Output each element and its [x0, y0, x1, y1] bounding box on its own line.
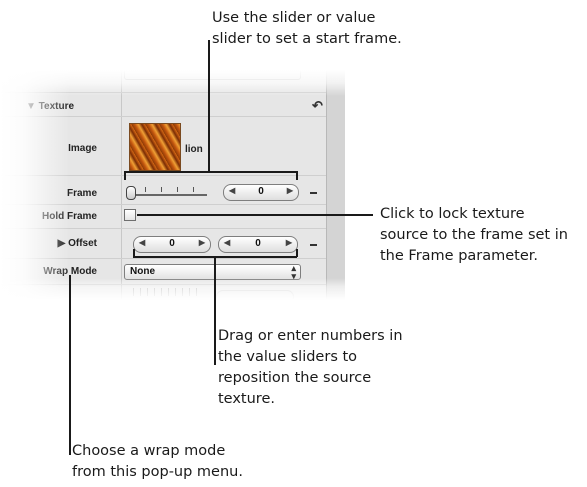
slider-track [129, 194, 207, 196]
callout-line: texture. [218, 391, 275, 407]
leader-line [208, 40, 210, 171]
partial-popup-top [124, 70, 301, 80]
row-divider [0, 175, 326, 176]
panel-right-edge [326, 70, 345, 300]
callout-drag-numbers: Drag or enter numbers in the value slide… [218, 326, 403, 410]
image-label: Image [68, 143, 97, 154]
slider-tick [193, 187, 194, 192]
leader-line [296, 249, 298, 257]
callout-lock-texture: Click to lock texture source to the fram… [380, 204, 568, 267]
increment-arrow-icon[interactable]: ▶ [199, 238, 205, 247]
partial-control [216, 290, 294, 300]
reset-icon[interactable]: ↶ [312, 98, 323, 114]
callout-line: Drag or enter numbers in [218, 328, 403, 344]
leader-line [137, 214, 373, 216]
callout-line: Choose a wrap mode [72, 443, 226, 459]
leader-line [133, 249, 135, 257]
panel-background: ▼ Texture ↶ Image lion Frame ◀ 0 ▶ Hold … [0, 70, 345, 300]
leader-line [124, 171, 298, 173]
row-divider [0, 116, 326, 117]
frame-slider[interactable] [125, 178, 209, 200]
row-divider [0, 204, 326, 205]
texture-section-header[interactable]: ▼ Texture [26, 101, 74, 112]
wrap-mode-value: None [130, 266, 155, 277]
frame-value-slider[interactable]: ◀ 0 ▶ [223, 184, 299, 201]
callout-line: Use the slider or value [212, 10, 376, 26]
callout-line: the value sliders to [218, 349, 358, 365]
texture-thumbnail[interactable] [129, 123, 181, 171]
wrap-mode-label: Wrap Mode [43, 266, 97, 277]
slider-tick [177, 187, 178, 192]
remove-keyframe-icon[interactable] [310, 244, 317, 246]
row-divider [0, 258, 326, 259]
remove-keyframe-icon[interactable] [310, 192, 317, 194]
leader-line [69, 275, 71, 455]
frame-label: Frame [66, 188, 97, 199]
offset-x-value-slider[interactable]: ◀ 0 ▶ [133, 236, 211, 253]
offset-y-value-slider[interactable]: ◀ 0 ▶ [218, 236, 298, 253]
increment-arrow-icon[interactable]: ▶ [287, 186, 293, 195]
callout-line: slider to set a start frame. [212, 31, 402, 47]
row-divider [0, 284, 326, 285]
callout-wrap-mode: Choose a wrap mode from this pop-up menu… [72, 441, 243, 483]
callout-line: Click to lock texture [380, 206, 525, 222]
leader-line [296, 171, 298, 180]
slider-tick [145, 187, 146, 192]
callout-line: reposition the source [218, 370, 372, 386]
offset-label[interactable]: ▶ Offset [0, 238, 97, 249]
callout-line: from this pop-up menu. [72, 464, 243, 480]
callout-line: source to the frame set in [380, 227, 568, 243]
slider-knob[interactable] [126, 186, 136, 200]
callout-start-frame: Use the slider or value slider to set a … [212, 8, 402, 50]
image-name: lion [185, 144, 203, 155]
leader-line [214, 256, 216, 365]
hold-frame-checkbox[interactable] [124, 209, 136, 221]
slider-tick [161, 187, 162, 192]
texture-inspector-panel: ▼ Texture ↶ Image lion Frame ◀ 0 ▶ Hold … [0, 70, 345, 300]
partial-ruler [133, 288, 203, 296]
wrap-mode-popup[interactable]: None ▴ ▾ [124, 263, 301, 281]
increment-arrow-icon[interactable]: ▶ [286, 238, 292, 247]
callout-line: the Frame parameter. [380, 248, 539, 264]
row-divider [0, 228, 326, 229]
row-divider [0, 92, 326, 93]
column-divider [121, 70, 122, 300]
popup-arrows-icon: ▴ ▾ [291, 263, 296, 281]
hold-frame-label: Hold Frame [41, 211, 97, 222]
leader-line [124, 171, 126, 180]
